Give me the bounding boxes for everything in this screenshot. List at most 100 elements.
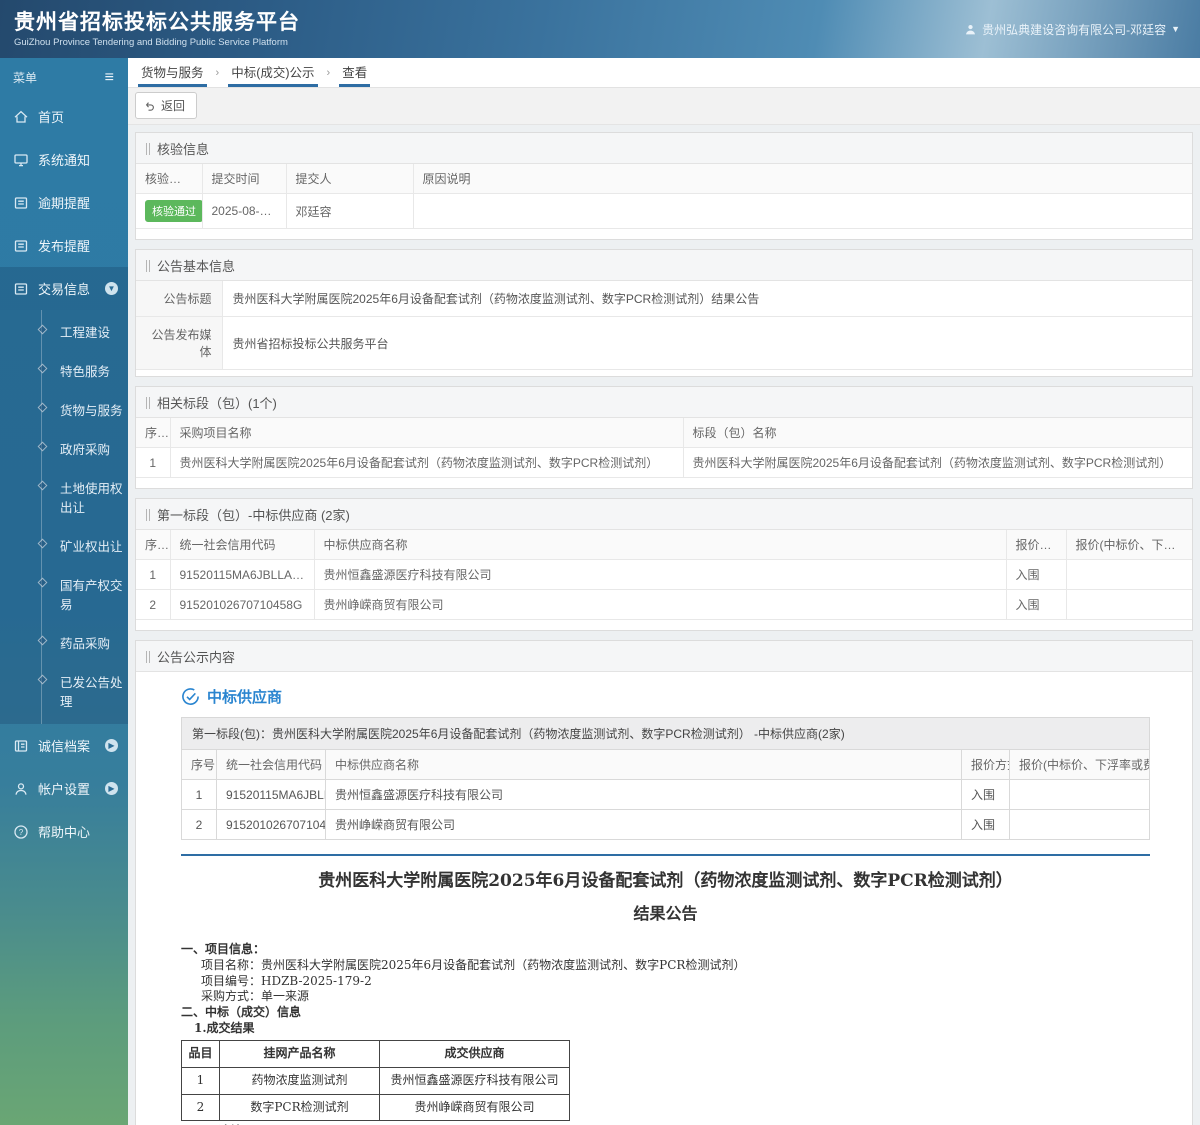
user-name: 贵州弘典建设咨询有限公司-邓廷容 (982, 22, 1167, 37)
document-icon (14, 282, 28, 295)
hamburger-icon[interactable]: ≡ (105, 69, 114, 85)
award-check-icon (182, 688, 199, 705)
submenu-item-land-use[interactable]: 土地使用权出让 (0, 468, 128, 526)
winners-table: 序号 统一社会信用代码 中标供应商名称 报价方式 报价(中标价、下浮率或费率) … (136, 530, 1192, 620)
submenu-item-gov-procurement[interactable]: 政府采购 (0, 429, 128, 468)
submenu-item-engineering[interactable]: 工程建设 (0, 312, 128, 351)
package-name: 贵州医科大学附属医院2025年6月设备配套试剂（药物浓度监测试剂、数字PCR检测… (682, 447, 1192, 478)
sidebar-item-trade-info[interactable]: 交易信息 ▼ (0, 267, 128, 310)
table-row: 1 91520115MA6JBLLA8B 贵州恒鑫盛源医疗科技有限公司 入围 (136, 559, 1192, 590)
sidebar-item-publish-reminder[interactable]: 发布提醒 (0, 224, 128, 267)
sidebar-item-notifications[interactable]: 系统通知 (0, 138, 128, 181)
sidebar-item-label: 逾期提醒 (38, 196, 91, 211)
sidebar-item-home[interactable]: 首页 (0, 95, 128, 138)
breadcrumb-award-notice[interactable]: 中标(成交)公示 (228, 58, 318, 87)
row-no: 1 (136, 559, 171, 590)
svg-text:?: ? (19, 828, 24, 837)
verify-submitter-cell: 邓廷容 (285, 193, 414, 229)
winners-panel: 第一标段（包）-中标供应商 (2家) 序号 统一社会信用代码 中标供应商名称 报… (135, 498, 1193, 631)
row-no: 2 (181, 809, 217, 840)
field-label: 公告发布媒体 (136, 316, 223, 370)
section-title: 公告基本信息 (157, 259, 236, 274)
table-header-row: 序号 统一社会信用代码 中标供应商名称 报价方式 报价(中标价、下浮率或费率) (136, 530, 1192, 560)
submenu-item-published-notices[interactable]: 已发公告处理 (0, 662, 128, 720)
col-header: 报价方式 (1005, 530, 1067, 560)
project-name: 贵州医科大学附属医院2025年6月设备配套试剂（药物浓度监测试剂、数字PCR检测… (169, 447, 684, 478)
chevron-right-icon: ▶ (105, 739, 118, 752)
sidebar-item-account-settings[interactable]: 帐户设置 ▶ (0, 767, 128, 810)
menu-label: 菜单 (13, 71, 38, 85)
table-row: 2 数字PCR检测试剂 贵州峥嵘商贸有限公司 (181, 1093, 570, 1122)
product-name: 数字PCR检测试剂 (219, 1093, 380, 1122)
sidebar-item-overdue-reminder[interactable]: 逾期提醒 (0, 181, 128, 224)
caret-down-icon: ▼ (1171, 24, 1180, 34)
result-table: 品目 挂网产品名称 成交供应商 1 药物浓度监测试剂 贵州恒鑫盛源医疗科技有限公… (181, 1039, 570, 1122)
submenu-item-drug-procurement[interactable]: 药品采购 (0, 623, 128, 662)
credit-code: 91520115MA6JBLLA8B (169, 559, 315, 590)
verify-table: 核验状态 提交时间 提交人 原因说明 核验通过 2025-08-21 09:12… (136, 164, 1192, 229)
content: 核验信息 核验状态 提交时间 提交人 原因说明 核验通过 2025-08-21 … (128, 125, 1200, 1125)
submenu-item-mining-rights[interactable]: 矿业权出让 (0, 526, 128, 565)
row-no: 1 (136, 447, 171, 478)
toolbar: 返回 (128, 88, 1200, 125)
doc-title-line2: 结果公告 (633, 904, 698, 923)
supplier-name: 贵州恒鑫盛源医疗科技有限公司 (313, 559, 1007, 590)
basic-info-panel: 公告基本信息 公告标题 贵州医科大学附属医院2025年6月设备配套试剂（药物浓度… (135, 249, 1193, 377)
doc-s2-heading: 二、中标（成交）信息 (181, 1005, 302, 1020)
breadcrumb: 货物与服务 › 中标(成交)公示 › 查看 (128, 58, 1200, 88)
user-icon (964, 23, 977, 36)
quote-method: 入围 (1005, 589, 1067, 620)
app-subtitle: GuiZhou Province Tendering and Bidding P… (14, 37, 288, 49)
table-row: 1 药物浓度监测试剂 贵州恒鑫盛源医疗科技有限公司 (181, 1066, 570, 1095)
table-header-row: 核验状态 提交时间 提交人 原因说明 (136, 164, 1192, 194)
row-no: 2 (136, 589, 171, 620)
col-header: 中标供应商名称 (313, 530, 1007, 560)
divider (181, 854, 1150, 856)
col-header: 成交供应商 (379, 1039, 570, 1068)
back-icon (145, 101, 154, 111)
col-header: 报价(中标价、下浮率或费率) (1009, 749, 1150, 780)
sidebar-item-credit-archive[interactable]: 诚信档案 ▶ (0, 724, 128, 767)
item-no: 2 (181, 1093, 220, 1122)
back-button[interactable]: 返回 (135, 92, 198, 119)
table-row: 1 贵州医科大学附属医院2025年6月设备配套试剂（药物浓度监测试剂、数字PCR… (136, 447, 1192, 478)
section-title: 核验信息 (157, 142, 210, 157)
section-title: 第一标段（包）-中标供应商 (2家) (157, 508, 350, 523)
chevron-sep-icon: › (326, 66, 331, 79)
section-title: 相关标段（包）(1个) (157, 396, 277, 411)
table-header-row: 序号 采购项目名称 标段（包）名称 (136, 418, 1192, 448)
user-menu[interactable]: 贵州弘典建设咨询有限公司-邓廷容 ▼ (964, 21, 1180, 38)
doc-line: 采购方式：单一来源 (201, 989, 310, 1004)
doc-title-line1: 贵州医科大学附属医院2025年6月设备配套试剂（药物浓度监测试剂、数字PCR检测… (318, 871, 1013, 891)
chevron-sep-icon: › (215, 66, 220, 79)
table-row: 公告标题 贵州医科大学附属医院2025年6月设备配套试剂（药物浓度监测试剂、数字… (136, 281, 1192, 317)
col-header: 挂网产品名称 (219, 1039, 380, 1068)
breadcrumb-goods-services[interactable]: 货物与服务 (138, 58, 207, 87)
verify-section-header: 核验信息 (136, 133, 1192, 164)
submenu-item-state-assets[interactable]: 国有产权交易 (0, 565, 128, 623)
winner-suppliers-heading: 中标供应商 (181, 686, 1150, 707)
sidebar-item-label: 系统通知 (38, 153, 91, 168)
credit-code: 91520102670710458G (216, 809, 326, 840)
sidebar-item-label: 帐户设置 (38, 782, 91, 797)
page: 贵州省招标投标公共服务平台 GuiZhou Province Tendering… (0, 0, 1200, 1125)
doc-body: 一、项目信息： 项目名称：贵州医科大学附属医院2025年6月设备配套试剂（药物浓… (181, 942, 1150, 1125)
col-header: 提交人 (285, 164, 414, 194)
basic-info-section-header: 公告基本信息 (136, 250, 1192, 281)
table-row: 1 91520115MA6JBLLA8B 贵州恒鑫盛源医疗科技有限公司 入围 (181, 779, 1150, 810)
related-sections-header: 相关标段（包）(1个) (136, 387, 1192, 418)
notice-body: 中标供应商 第一标段(包)：贵州医科大学附属医院2025年6月设备配套试剂（药物… (136, 672, 1192, 1125)
submenu-item-special-services[interactable]: 特色服务 (0, 351, 128, 390)
col-header: 中标供应商名称 (325, 749, 962, 780)
sidebar-item-help-center[interactable]: ? 帮助中心 (0, 810, 128, 853)
col-header: 序号 (136, 530, 171, 560)
sidebar: 菜单 ≡ 首页 系统通知 逾期提醒 发布提醒 交易信息 ▼ 工程建设 特色服务 … (0, 58, 128, 1125)
main-area: 货物与服务 › 中标(成交)公示 › 查看 返回 核验信息 核验状态 提交时间 … (128, 58, 1200, 1125)
awarded-supplier: 贵州峥嵘商贸有限公司 (379, 1093, 570, 1122)
app-header: 贵州省招标投标公共服务平台 GuiZhou Province Tendering… (0, 0, 1200, 58)
submenu-item-goods-services[interactable]: 货物与服务 (0, 390, 128, 429)
sidebar-item-label: 诚信档案 (38, 739, 91, 754)
breadcrumb-view[interactable]: 查看 (339, 58, 371, 87)
col-header: 序号 (136, 418, 171, 448)
app-title: 贵州省招标投标公共服务平台 (14, 10, 300, 34)
